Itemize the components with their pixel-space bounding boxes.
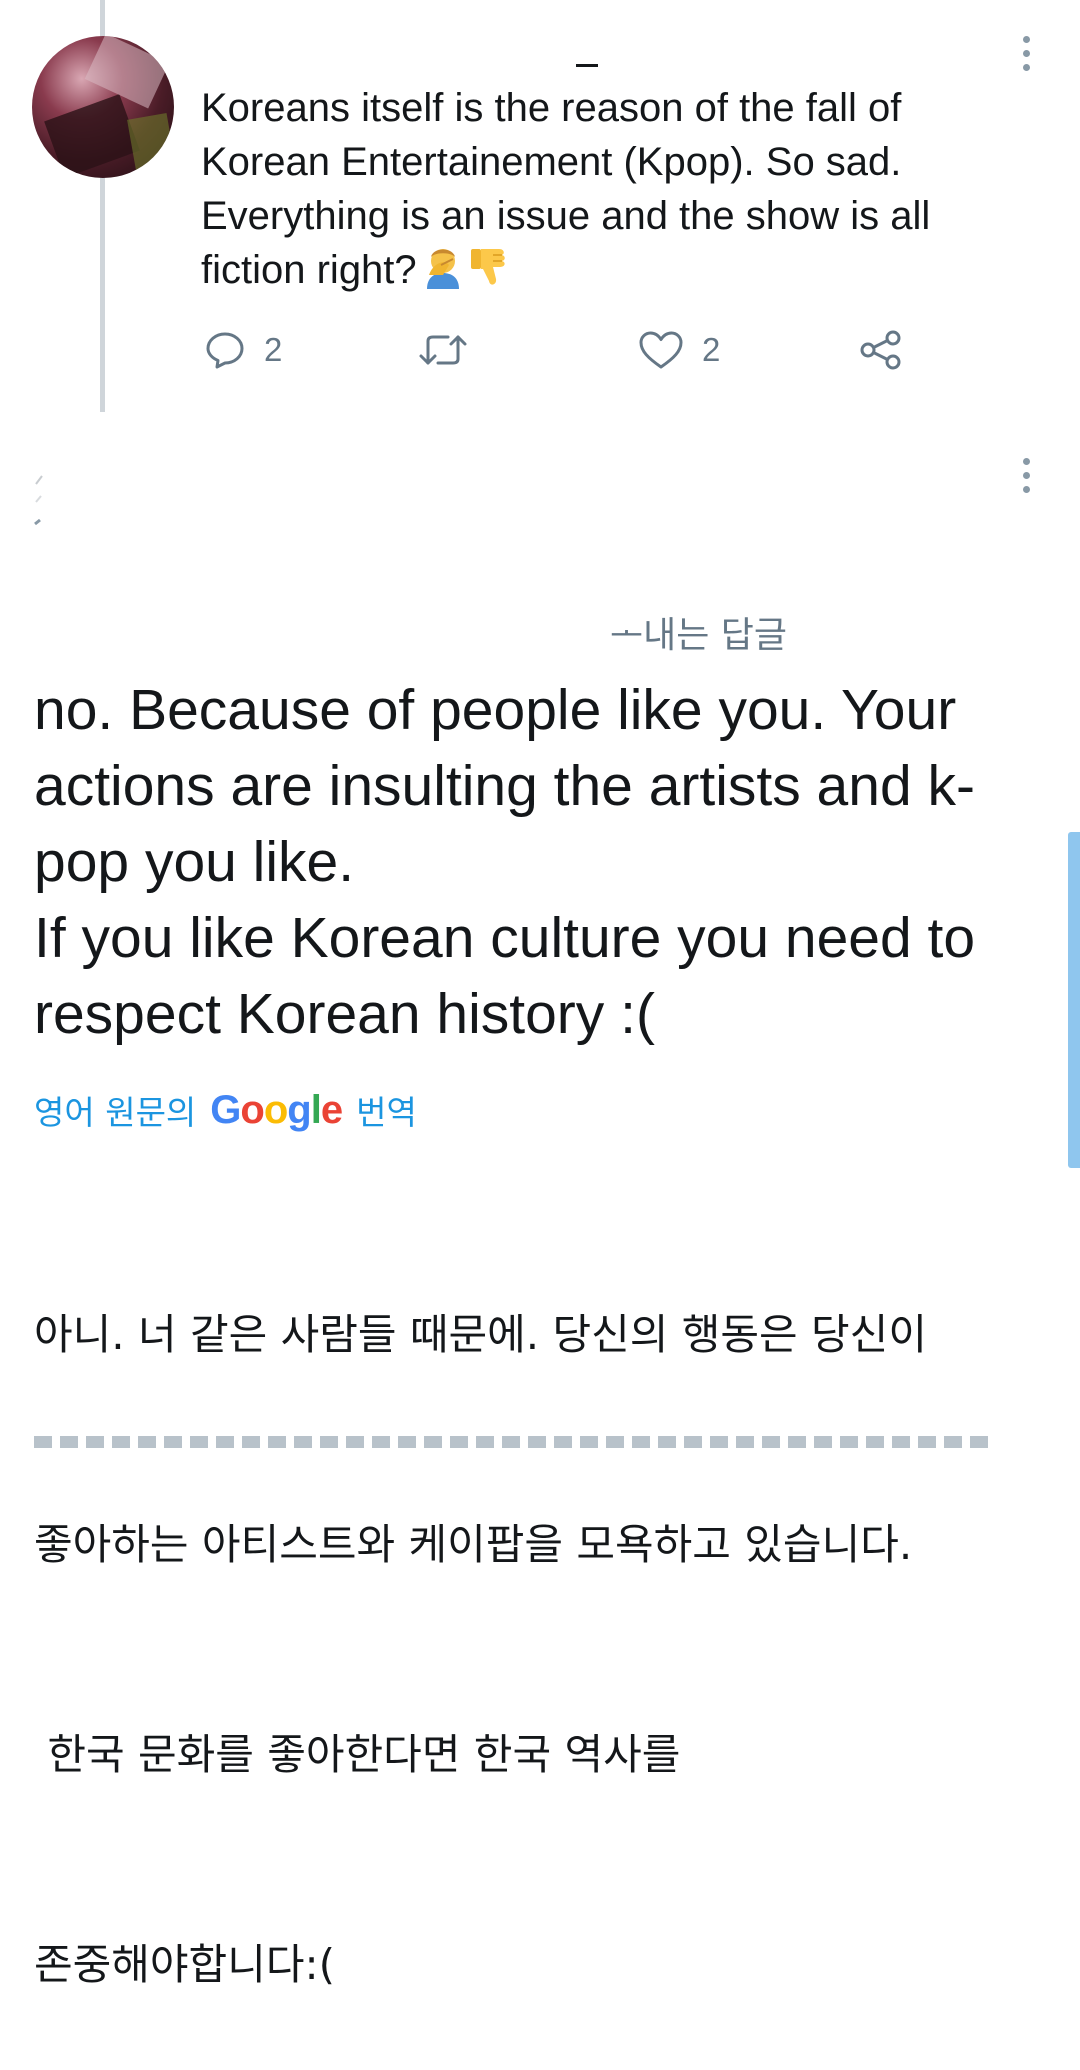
translation-attribution[interactable]: 영어 원문의 Google 번역 xyxy=(34,1086,417,1134)
man-facepalming-emoji xyxy=(426,249,459,289)
google-logo-letter: G xyxy=(210,1087,241,1132)
reply-icon xyxy=(206,332,244,369)
author-name-remnant xyxy=(576,64,598,67)
google-logo: Google xyxy=(210,1087,343,1133)
tweet-text-line: no. Because of people like you. Your xyxy=(34,678,957,742)
thumbs-down-emoji xyxy=(470,249,505,285)
tweet-text-line-end: fiction right? xyxy=(201,248,417,292)
avatar[interactable] xyxy=(32,36,174,178)
like-button[interactable]: 2 xyxy=(638,320,720,380)
tweet-text-line: If you like Korean culture you need to xyxy=(34,906,976,970)
tweet-text: Koreans itself is the reason of the fall… xyxy=(201,81,1001,297)
translation-prefix: 영어 원문의 xyxy=(34,1093,197,1132)
scrollbar[interactable] xyxy=(1068,832,1080,1168)
tweet-actions: 2 2 xyxy=(0,320,1080,380)
tweet-text-line: Koreans itself is the reason of the fall… xyxy=(201,86,902,130)
reply-count: 2 xyxy=(264,331,283,368)
tweet-text-line: Everything is an issue and the show is a… xyxy=(201,194,931,238)
reply-button[interactable]: 2 xyxy=(204,320,282,380)
share-button[interactable] xyxy=(858,320,904,380)
tweet-text-line: actions are insulting the artists and k- xyxy=(34,754,975,818)
tweet-text-line: fiction right? xyxy=(201,243,1001,297)
google-logo-letter: o xyxy=(263,1087,288,1132)
retweet-button[interactable] xyxy=(418,320,468,380)
translation-suffix: 번역 xyxy=(356,1093,417,1132)
share-icon xyxy=(860,330,901,370)
translated-text-line: 존중해야합니다:( xyxy=(34,1940,336,1989)
tweet-text-line: Korean Entertainement (Kpop). So sad. xyxy=(201,140,902,184)
tweet-text-line: respect Korean history :( xyxy=(34,982,655,1046)
translated-text-line: 좋아하는 아티스트와 케이팝을 모욕하고 있습니다. xyxy=(34,1520,913,1569)
tweet-text-line: pop you like. xyxy=(34,830,355,894)
translated-text-line: 한국 문화를 좋아한다면 한국 역사를 xyxy=(34,1730,681,1779)
like-count: 2 xyxy=(702,331,721,368)
reply-label: ᅩ내는 답글 xyxy=(610,615,788,656)
google-logo-letter: l xyxy=(310,1087,322,1132)
tweet-text: no. Because of people like you. Your act… xyxy=(34,672,1054,1052)
heart-icon xyxy=(639,331,683,369)
more-options-icon[interactable] xyxy=(1021,36,1031,76)
google-logo-letter: o xyxy=(240,1087,264,1132)
more-options-icon[interactable] xyxy=(1021,458,1031,498)
translated-text: 아니. 너 같은 사람들 때문에. 당신의 행동은 당신이 좋아하는 아티스트와… xyxy=(34,1160,1054,2070)
google-logo-letter: e xyxy=(320,1087,343,1132)
retweet-icon xyxy=(419,335,467,365)
avatar-remnant xyxy=(34,475,43,526)
translated-text-line: 아니. 너 같은 사람들 때문에. 당신의 행동은 당신이 xyxy=(34,1310,927,1359)
google-logo-letter: g xyxy=(287,1087,311,1132)
timestamp-line-cutoff xyxy=(34,1436,994,1448)
